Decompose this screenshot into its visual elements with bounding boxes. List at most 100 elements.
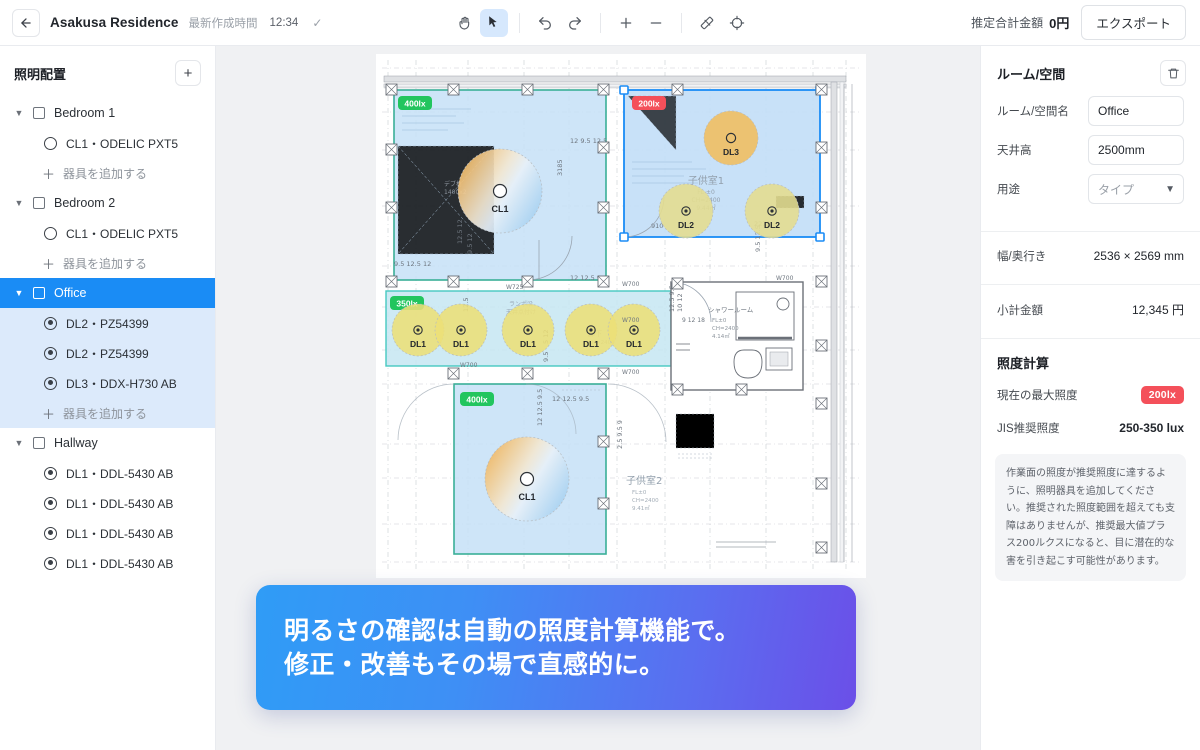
target-circle-icon bbox=[44, 466, 57, 480]
chevron-down-icon[interactable]: ▼ bbox=[14, 108, 24, 118]
group-checkbox[interactable] bbox=[33, 197, 45, 209]
back-button[interactable] bbox=[12, 8, 40, 37]
field-usage-type: 用途 タイプ ▼ bbox=[997, 174, 1184, 204]
fixture-label: CL1・ODELIC PXT5 bbox=[66, 226, 179, 241]
add-fixture-button[interactable]: ＋ 器具を追加する bbox=[0, 248, 215, 278]
group-label: Office bbox=[54, 286, 87, 300]
svg-text:2.5 9.5 9: 2.5 9.5 9 bbox=[616, 420, 624, 449]
room-bedroom-1[interactable]: デブ材 1400x2 3185 x x x 12 9.5 12.5 12 12.… bbox=[393, 68, 607, 282]
plus-icon bbox=[620, 17, 631, 28]
group-row-bedroom-1[interactable]: ▼ Bedroom 1 bbox=[0, 98, 215, 128]
svg-text:W700: W700 bbox=[622, 281, 640, 288]
svg-text:DL1: DL1 bbox=[520, 339, 536, 349]
svg-text:400lx: 400lx bbox=[404, 99, 426, 109]
chevron-down-icon[interactable]: ▼ bbox=[14, 438, 24, 448]
fixture-item[interactable]: DL2・PZ54399 bbox=[0, 338, 215, 368]
delete-room-button[interactable] bbox=[1160, 60, 1186, 86]
fixture-item[interactable]: DL1・DDL-5430 AB bbox=[0, 548, 215, 578]
chevron-down-icon[interactable]: ▼ bbox=[14, 198, 24, 208]
room-tree: ▼ Bedroom 1 CL1・ODELIC PXT5 ＋ 器具を追加する ▼ … bbox=[0, 94, 215, 578]
svg-text:9.5 12: 9.5 12 bbox=[466, 233, 474, 254]
svg-text:W700: W700 bbox=[460, 362, 478, 369]
saved-check-icon: ✓ bbox=[312, 15, 323, 30]
group-checkbox[interactable] bbox=[33, 437, 45, 449]
svg-text:FL±0: FL±0 bbox=[632, 490, 647, 496]
undo-icon bbox=[538, 16, 551, 30]
add-room-button[interactable]: + bbox=[175, 60, 201, 86]
group-checkbox[interactable] bbox=[33, 287, 45, 299]
target-icon bbox=[729, 15, 744, 30]
export-button[interactable]: エクスポート bbox=[1081, 5, 1186, 40]
toolbar-divider-2 bbox=[599, 12, 601, 33]
room-office[interactable]: 子供室1 FL ±0 CH=2400 9.44㎡ 910 2275 9.5 12… bbox=[619, 85, 825, 252]
room-badge-bedroom-2: 400lx bbox=[460, 392, 494, 406]
target-circle-icon bbox=[44, 556, 57, 570]
chevron-down-icon[interactable]: ▼ bbox=[14, 288, 24, 298]
last-saved-time: 12:34 bbox=[269, 16, 299, 29]
group-row-office[interactable]: ▼ Office bbox=[0, 278, 215, 308]
plus-icon: ＋ bbox=[42, 166, 56, 182]
promo-line-1: 明るさの確認は自動の照度計算機能で。 bbox=[284, 615, 741, 645]
calc-label: 現在の最大照度 bbox=[997, 390, 1078, 402]
fixture-label: DL3・DDX-H730 AB bbox=[66, 376, 177, 391]
svg-text:12.5 12: 12.5 12 bbox=[456, 219, 464, 244]
fixture-dl2-office-1[interactable]: DL2 bbox=[658, 183, 714, 239]
zoom-out-tool[interactable] bbox=[642, 9, 670, 37]
field-room-name: ルーム/空間名 Office bbox=[997, 96, 1184, 126]
add-fixture-button[interactable]: ＋ 器具を追加する bbox=[0, 398, 215, 428]
info-label: 幅/奥行き bbox=[997, 251, 1047, 263]
svg-text:DL3: DL3 bbox=[723, 147, 739, 157]
group-label: Bedroom 1 bbox=[54, 106, 116, 120]
undo-tool[interactable] bbox=[531, 9, 559, 37]
fixture-item[interactable]: CL1・ODELIC PXT5 bbox=[0, 128, 215, 158]
fixture-item[interactable]: DL1・DDL-5430 AB bbox=[0, 458, 215, 488]
fixture-item[interactable]: DL3・DDX-H730 AB bbox=[0, 368, 215, 398]
floorplan-svg: デブ材 1400x2 3185 x x x 12 9.5 12.5 12 12.… bbox=[376, 54, 866, 578]
fixture-label: DL1・DDL-5430 AB bbox=[66, 556, 174, 571]
panel-header: ルーム/空間 bbox=[981, 46, 1200, 96]
document-title: Asakusa Residence bbox=[50, 15, 179, 30]
measure-tool[interactable] bbox=[693, 9, 721, 37]
zoom-in-tool[interactable] bbox=[612, 9, 640, 37]
room-name-input[interactable]: Office bbox=[1088, 96, 1184, 126]
ceiling-height-input[interactable]: 2500mm bbox=[1088, 135, 1184, 165]
fixture-dl1-hallway-5[interactable]: DL1 bbox=[607, 303, 661, 357]
fixture-cl1-bedroom-1[interactable]: CL1 bbox=[457, 148, 543, 234]
svg-text:W700: W700 bbox=[622, 317, 640, 324]
field-label: ルーム/空間名 bbox=[997, 106, 1069, 118]
fixture-item[interactable]: CL1・ODELIC PXT5 bbox=[0, 218, 215, 248]
lighting-sidebar: 照明配置 + ▼ Bedroom 1 CL1・ODELIC PXT5 ＋ 器具を… bbox=[0, 46, 216, 750]
calc-row-jis: JIS推奨照度 250-350 lux bbox=[981, 412, 1200, 444]
fixture-item[interactable]: DL1・DDL-5430 AB bbox=[0, 518, 215, 548]
illuminance-advice-note: 作業面の照度が推奨照度に達するように、照明器具を追加してください。推奨された照度… bbox=[995, 454, 1186, 581]
fixture-dl2-office-2[interactable]: DL2 bbox=[744, 183, 800, 239]
svg-text:9.5 12.5 12: 9.5 12.5 12 bbox=[394, 260, 431, 268]
floorplan-canvas[interactable]: デブ材 1400x2 3185 x x x 12 9.5 12.5 12 12.… bbox=[216, 46, 980, 750]
estimate-total-label: 推定合計金額 bbox=[971, 16, 1044, 30]
recenter-tool[interactable] bbox=[723, 9, 751, 37]
fixture-dl3-office[interactable]: DL3 bbox=[703, 110, 759, 166]
properties-panel: ルーム/空間 ルーム/空間名 Office 天井高 2500mm 用途 タイプ … bbox=[980, 46, 1200, 750]
fixture-cl1-bedroom-2[interactable]: CL1 bbox=[484, 436, 570, 522]
hand-icon bbox=[458, 16, 469, 30]
svg-text:12 12.5 9.5: 12 12.5 9.5 bbox=[552, 395, 589, 403]
hand-tool[interactable] bbox=[450, 9, 478, 37]
fixture-item[interactable]: DL1・DDL-5430 AB bbox=[0, 488, 215, 518]
svg-text:CL1: CL1 bbox=[518, 492, 535, 502]
add-fixture-button[interactable]: ＋ 器具を追加する bbox=[0, 158, 215, 188]
fixture-dl1-hallway-2[interactable]: DL1 bbox=[434, 303, 488, 357]
toolbar-left: Asakusa Residence 最新作成時間 12:34 ✓ bbox=[0, 8, 330, 37]
fixture-dl1-hallway-3[interactable]: DL1 bbox=[501, 303, 555, 357]
usage-type-value: タイプ bbox=[1098, 182, 1135, 197]
group-checkbox[interactable] bbox=[33, 107, 45, 119]
room-hallway[interactable]: ランポ沿 天井点付け 廊下 CH=2400 5 12 9.5 12.5 W700… bbox=[385, 290, 672, 369]
group-children-bedroom-2: CL1・ODELIC PXT5 ＋ 器具を追加する bbox=[0, 218, 215, 278]
group-row-bedroom-2[interactable]: ▼ Bedroom 2 bbox=[0, 188, 215, 218]
group-row-hallway[interactable]: ▼ Hallway bbox=[0, 428, 215, 458]
fixture-item[interactable]: DL2・PZ54399 bbox=[0, 308, 215, 338]
redo-tool[interactable] bbox=[561, 9, 589, 37]
main-body: 照明配置 + ▼ Bedroom 1 CL1・ODELIC PXT5 ＋ 器具を… bbox=[0, 46, 1200, 750]
select-tool[interactable] bbox=[479, 8, 508, 37]
usage-type-select[interactable]: タイプ ▼ bbox=[1088, 174, 1184, 204]
floorplan-drawing[interactable]: デブ材 1400x2 3185 x x x 12 9.5 12.5 12 12.… bbox=[376, 54, 866, 578]
